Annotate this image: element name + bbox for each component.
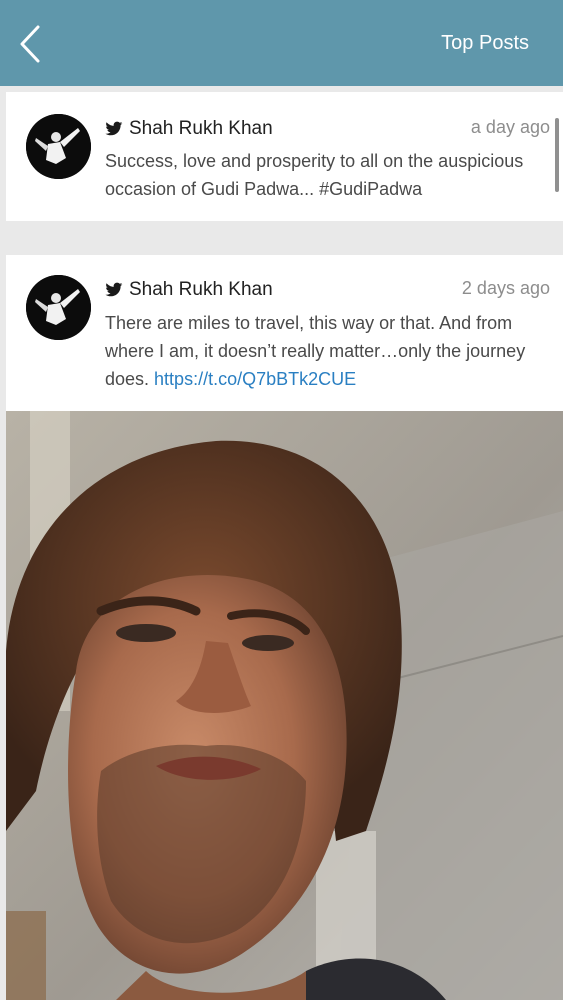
post-text: There are miles to travel, this way or t… [105,309,555,393]
post-photo[interactable] [6,411,563,1000]
author-name[interactable]: Shah Rukh Khan [129,279,273,301]
author-line: Shah Rukh Khan [105,279,273,301]
twitter-bird-icon [105,282,123,297]
scrollbar[interactable] [555,118,559,192]
post-text: Success, love and prosperity to all on t… [105,151,524,199]
avatar[interactable] [26,114,91,179]
back-button[interactable] [14,22,50,66]
twitter-bird-icon [105,121,123,136]
post-link[interactable]: https://t.co/Q7bBTk2CUE [154,369,356,389]
post-timestamp: 2 days ago [461,278,550,298]
top-bar: Top Posts [0,0,563,86]
chevron-left-icon [20,25,40,63]
top-posts-button[interactable]: Top Posts [441,32,529,55]
avatar[interactable] [26,275,91,340]
post-card[interactable]: Shah Rukh Khan a day ago Success, love a… [6,92,563,221]
post-card[interactable]: Shah Rukh Khan 2 days ago There are mile… [6,255,563,1000]
author-name[interactable]: Shah Rukh Khan [129,118,273,140]
post-timestamp: a day ago [470,117,550,137]
author-line: Shah Rukh Khan [105,118,273,140]
